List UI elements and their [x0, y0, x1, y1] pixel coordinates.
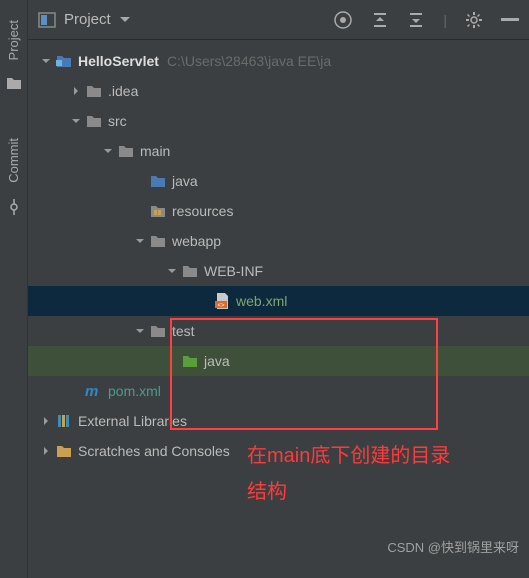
project-tree: HelloServlet C:\Users\28463\java EE\ja .… — [28, 40, 529, 466]
folder-icon — [148, 324, 168, 338]
chevron-right-icon[interactable] — [38, 416, 54, 426]
chevron-down-icon[interactable] — [132, 236, 148, 246]
folder-icon[interactable] — [6, 76, 22, 90]
tree-item-scratches[interactable]: Scratches and Consoles — [28, 436, 529, 466]
tree-item-src[interactable]: src — [28, 106, 529, 136]
maven-file-icon: m — [84, 383, 104, 399]
folder-icon — [84, 84, 104, 98]
tree-item-main[interactable]: main — [28, 136, 529, 166]
chevron-down-icon[interactable] — [132, 326, 148, 336]
source-folder-icon — [148, 174, 168, 188]
chevron-down-icon[interactable] — [38, 56, 54, 66]
tree-label: java — [172, 173, 198, 189]
svg-text:<>: <> — [217, 303, 225, 309]
project-selector-label: Project — [64, 11, 111, 28]
tree-label: java — [204, 353, 230, 369]
chevron-down-icon[interactable] — [68, 116, 84, 126]
tree-label: resources — [172, 203, 233, 219]
tree-item-webxml[interactable]: <> web.xml — [28, 286, 529, 316]
root-path: C:\Users\28463\java EE\ja — [167, 53, 331, 69]
tree-label: pom.xml — [108, 383, 161, 399]
module-icon — [54, 54, 74, 68]
folder-icon — [180, 264, 200, 278]
tree-label: External Libraries — [78, 413, 187, 429]
tree-item-resources[interactable]: resources — [28, 196, 529, 226]
test-source-folder-icon — [180, 354, 200, 368]
tree-item-java[interactable]: java — [28, 166, 529, 196]
tree-item-webinf[interactable]: WEB-INF — [28, 256, 529, 286]
tree-label: src — [108, 113, 127, 129]
tree-item-test[interactable]: test — [28, 316, 529, 346]
chevron-down-icon — [119, 16, 131, 24]
project-window-icon — [38, 12, 56, 28]
gutter-commit-label[interactable]: Commit — [6, 138, 21, 183]
expand-all-icon[interactable] — [371, 11, 389, 29]
chevron-down-icon[interactable] — [164, 266, 180, 276]
collapse-all-icon[interactable] — [407, 11, 425, 29]
tree-label: .idea — [108, 83, 138, 99]
select-opened-file-icon[interactable] — [333, 10, 353, 30]
scratches-icon — [54, 444, 74, 458]
resources-folder-icon — [148, 204, 168, 218]
tree-root[interactable]: HelloServlet C:\Users\28463\java EE\ja — [28, 46, 529, 76]
tree-label: WEB-INF — [204, 263, 263, 279]
library-icon — [54, 413, 74, 429]
chevron-right-icon[interactable] — [38, 446, 54, 456]
project-view-selector[interactable]: Project — [38, 11, 131, 28]
tree-item-external-libraries[interactable]: External Libraries — [28, 406, 529, 436]
hide-icon[interactable] — [501, 18, 519, 22]
tree-label: main — [140, 143, 170, 159]
chevron-down-icon[interactable] — [100, 146, 116, 156]
gear-icon[interactable] — [465, 11, 483, 29]
tree-label: web.xml — [236, 293, 287, 309]
tree-item-test-java[interactable]: java — [28, 346, 529, 376]
tree-item-webapp[interactable]: webapp — [28, 226, 529, 256]
tree-label: test — [172, 323, 195, 339]
tree-item-idea[interactable]: .idea — [28, 76, 529, 106]
chevron-right-icon[interactable] — [68, 86, 84, 96]
xml-file-icon: <> — [212, 293, 232, 309]
tool-window-gutter: Project Commit — [0, 0, 28, 578]
tree-label: webapp — [172, 233, 221, 249]
gutter-project-label[interactable]: Project — [6, 20, 21, 60]
svg-text:m: m — [85, 383, 98, 399]
tree-item-pom[interactable]: m pom.xml — [28, 376, 529, 406]
folder-icon — [116, 144, 136, 158]
tree-label: Scratches and Consoles — [78, 443, 230, 459]
folder-icon — [148, 234, 168, 248]
project-toolbar: Project | — [28, 0, 529, 40]
folder-icon — [84, 114, 104, 128]
commit-icon[interactable] — [6, 199, 22, 215]
root-name: HelloServlet — [78, 53, 159, 69]
